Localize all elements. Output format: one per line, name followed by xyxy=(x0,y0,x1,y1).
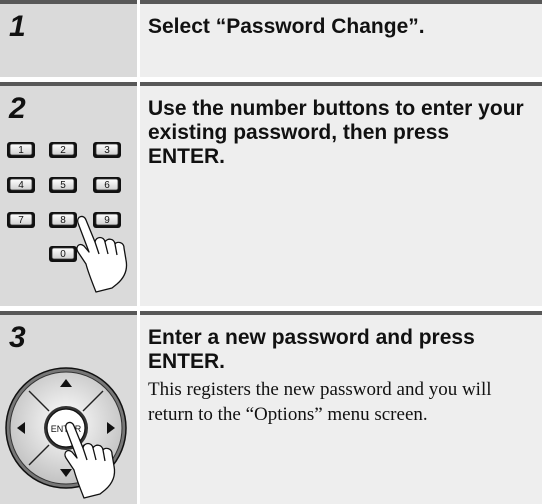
key-label: 4 xyxy=(18,180,24,191)
keypad-key: 2 xyxy=(49,142,77,158)
step-2-number-panel: 2 1 2 3 4 5 6 7 8 9 0 xyxy=(0,82,137,306)
key-label: 0 xyxy=(60,249,66,260)
step-2-content-panel: Use the number buttons to enter your exi… xyxy=(140,82,542,306)
key-label: 2 xyxy=(60,145,66,156)
key-label: 1 xyxy=(18,145,24,156)
step-title: Enter a new password and press ENTER. xyxy=(148,326,475,373)
key-label: 8 xyxy=(60,215,66,226)
step-divider xyxy=(140,311,542,315)
keypad-key: 9 xyxy=(93,212,121,228)
step-title: Use the number buttons to enter your exi… xyxy=(148,97,524,168)
keypad-key: 7 xyxy=(7,212,35,228)
keypad-key: 1 xyxy=(7,142,35,158)
key-label: 9 xyxy=(104,215,110,226)
key-label: 7 xyxy=(18,215,24,226)
step-1-content-panel: Select “Password Change”. xyxy=(140,0,542,77)
step-1-number-panel: 1 xyxy=(0,0,137,77)
step-3-content-panel: Enter a new password and press ENTER. Th… xyxy=(140,311,542,504)
step-2-row: 2 1 2 3 4 5 6 7 8 9 0 Use the number but… xyxy=(0,82,542,306)
step-body: This registers the new password and you … xyxy=(148,379,492,425)
keypad-key: 6 xyxy=(93,177,121,193)
step-divider xyxy=(140,82,542,86)
key-label: 5 xyxy=(60,180,66,191)
keypad-key: 4 xyxy=(7,177,35,193)
keypad-key: 3 xyxy=(93,142,121,158)
keypad-key: 0 xyxy=(49,246,77,262)
keypad-key: 8 xyxy=(49,212,77,228)
key-label: 6 xyxy=(104,180,110,191)
keypad-illustration: 1 2 3 4 5 6 7 8 9 0 xyxy=(7,142,128,293)
arrow-pad-illustration: ENTER xyxy=(5,367,127,499)
step-3-number-panel: 3 ENTER xyxy=(0,311,137,504)
key-label: 3 xyxy=(104,145,110,156)
step-1-row: 1 Select “Password Change”. xyxy=(0,0,542,77)
step-divider xyxy=(0,0,137,4)
step-number: 1 xyxy=(9,10,26,43)
step-divider xyxy=(140,0,542,4)
step-3-row: 3 ENTER xyxy=(0,311,542,504)
step-title: Select “Password Change”. xyxy=(148,15,425,38)
keypad-key: 5 xyxy=(49,177,77,193)
